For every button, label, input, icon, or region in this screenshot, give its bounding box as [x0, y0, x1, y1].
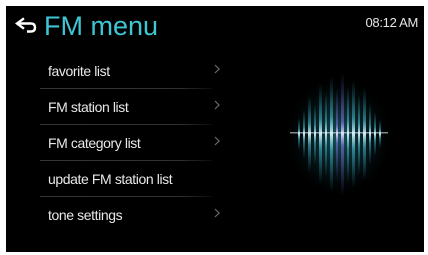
menu-item-label: FM station list — [48, 99, 129, 115]
sound-wave-visualizer-icon — [284, 72, 394, 196]
menu-item-tone-settings[interactable]: tone settings — [40, 197, 220, 233]
device-frame: FM menu 08:12 AM favorite list FM statio… — [0, 0, 428, 255]
fm-menu-list: favorite list FM station list FM categor… — [40, 53, 220, 233]
chevron-right-icon — [214, 100, 220, 110]
menu-item-favorite-list[interactable]: favorite list — [40, 53, 220, 89]
fm-menu-screen: FM menu 08:12 AM favorite list FM statio… — [6, 6, 424, 252]
menu-item-label: FM category list — [48, 135, 141, 151]
menu-item-fm-category-list[interactable]: FM category list — [40, 125, 220, 161]
menu-item-label: update FM station list — [48, 171, 173, 187]
back-button[interactable] — [14, 14, 38, 36]
chevron-right-icon — [214, 136, 220, 146]
back-arrow-icon — [15, 17, 37, 33]
menu-item-fm-station-list[interactable]: FM station list — [40, 89, 220, 125]
page-title: FM menu — [44, 11, 159, 41]
chevron-right-icon — [214, 64, 220, 74]
header-bar: FM menu 08:12 AM — [6, 6, 424, 46]
menu-item-update-fm-station-list[interactable]: update FM station list — [40, 161, 212, 197]
menu-item-label: favorite list — [48, 63, 110, 79]
clock-time: 08:12 AM — [365, 15, 418, 30]
chevron-right-icon — [214, 208, 220, 218]
menu-item-label: tone settings — [48, 207, 123, 223]
